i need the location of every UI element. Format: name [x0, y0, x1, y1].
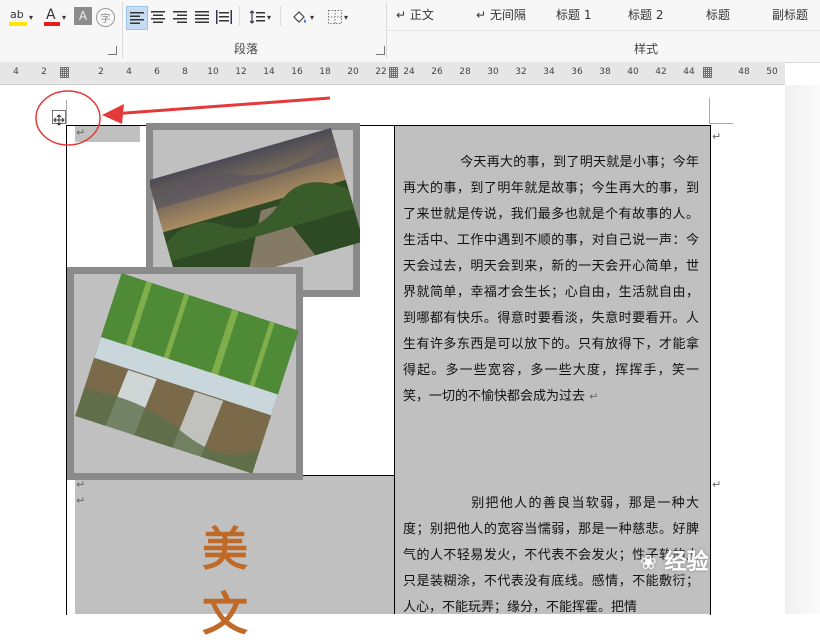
chevron-down-icon: ▾: [309, 12, 314, 22]
ruler-tick-label: 28: [459, 67, 471, 77]
ruler-tick-label: 20: [347, 67, 359, 77]
annotation-arrowhead: [102, 104, 124, 124]
ruler-tick-label: 22: [375, 67, 387, 77]
ruler-tick-label: 4: [126, 67, 132, 77]
paragraph-group: ▾ ▾ ▾ 段落: [122, 0, 386, 62]
cell-end-mark: ↵: [712, 130, 722, 143]
paint-bucket-icon: [293, 11, 306, 23]
ruler-tick-label: 16: [291, 67, 303, 77]
style-title[interactable]: 标题: [706, 6, 730, 23]
font-color-button[interactable]: A ▾: [40, 6, 70, 28]
separator: [280, 6, 281, 26]
shading-button[interactable]: ▾: [286, 6, 318, 28]
justify-icon: [195, 11, 209, 23]
ruler-tick-label: 36: [571, 67, 583, 77]
line-spacing-icon: [249, 10, 265, 24]
ruler-tick-label: 10: [207, 67, 219, 77]
ruler-tick-label: 6: [154, 67, 160, 77]
highlight-color-bar: [8, 22, 27, 26]
font-color-bar: [43, 22, 60, 26]
align-center-button[interactable]: [148, 6, 168, 28]
borders-icon: [327, 10, 342, 24]
font-group: ab ▾ A ▾ A 字: [0, 0, 122, 62]
paragraph-1-text: 今天再大的事，到了明天就是小事；今年再大的事，到了明年就是故事；今生再大的事，到…: [403, 155, 699, 404]
styles-gallery-divider: [386, 30, 820, 31]
paragraph-group-label: 段落: [234, 42, 259, 56]
ruler-tick-label: 30: [487, 67, 499, 77]
style-heading-2[interactable]: 标题 2: [628, 6, 663, 23]
distributed-button[interactable]: [214, 6, 234, 28]
ruler-tick-label: 2: [41, 67, 47, 77]
styles-group-label: 样式: [634, 42, 659, 56]
decorative-char-mei: 美: [202, 522, 248, 576]
chevron-down-icon: ▾: [28, 12, 33, 22]
borders-button[interactable]: ▾: [322, 6, 354, 28]
watermark: ❀ 经验: [640, 544, 708, 576]
paw-icon: ❀: [640, 550, 657, 574]
ruler-tick-label: 14: [263, 67, 275, 77]
ruler-tick-label: 42: [655, 67, 667, 77]
line-spacing-button[interactable]: ▾: [244, 6, 276, 28]
style-subtitle[interactable]: 副标题: [772, 6, 808, 23]
article-paragraph-2[interactable]: 别把他人的善良当软弱，那是一种大度；别把他人的宽容当懦弱，那是一种慈悲。好脾气的…: [403, 465, 699, 621]
align-center-icon: [151, 11, 165, 23]
ruler-column-marker[interactable]: [389, 67, 398, 78]
paragraph-mark: ↵: [76, 494, 86, 507]
ruler-tick-label: 8: [182, 67, 188, 77]
ruler-tick-label: 34: [543, 67, 555, 77]
chevron-down-icon: ▾: [61, 12, 66, 22]
photo-waterfall[interactable]: [70, 270, 302, 476]
style-normal[interactable]: ↵ 正文: [396, 6, 434, 23]
ruler-tick-label: 26: [431, 67, 443, 77]
ruler-tick-label: 32: [515, 67, 527, 77]
ruler-tick-label: 12: [235, 67, 247, 77]
decorative-char-wen: 文: [202, 587, 248, 641]
ruler-tick-label: 44: [683, 67, 695, 77]
chevron-down-icon: ▾: [266, 12, 271, 22]
align-right-button[interactable]: [170, 6, 190, 28]
ruler-tick-label: 50: [766, 67, 778, 77]
phonetic-icon: 字: [100, 14, 111, 25]
ruler-tick-label: 48: [738, 67, 750, 77]
ruler-tick-label: 4: [13, 67, 19, 77]
styles-group: ↵ 正文 ↵ 无间隔 标题 1 标题 2 标题 副标题 样式: [386, 0, 820, 62]
paragraph-dialog-launcher[interactable]: [376, 46, 385, 55]
ruler-tick-label: 24: [403, 67, 415, 77]
font-dialog-launcher[interactable]: [108, 46, 117, 55]
chevron-down-icon: ▾: [343, 12, 348, 22]
horizontal-ruler[interactable]: 4 2 2 4 6 8 10 12 14 16 18 20 22 24 26 28 30 32 34 36 38 40 42…: [0, 62, 785, 85]
cell-end-mark: ↵: [712, 478, 722, 491]
char-shading-button[interactable]: A: [74, 7, 92, 25]
ruler-tick-label: 18: [319, 67, 331, 77]
ruler-column-marker[interactable]: [703, 67, 712, 78]
highlight-button[interactable]: ab ▾: [4, 6, 38, 28]
separator: [239, 6, 240, 26]
ruler-tick-label: 2: [98, 67, 104, 77]
page-edge: [785, 85, 820, 614]
ruler-column-marker[interactable]: [60, 67, 69, 78]
style-heading-1[interactable]: 标题 1: [556, 6, 591, 23]
margin-mark-top-right: [709, 98, 710, 124]
watermark-text: 经验: [664, 550, 709, 575]
ribbon: ab ▾ A ▾ A 字 ▾ ▾ ▾ 段落 ↵ 正文 ↵ 无间隔 标题 1 标题…: [0, 0, 820, 63]
ruler-tick-label: 40: [627, 67, 639, 77]
align-left-button[interactable]: [126, 6, 148, 30]
article-paragraph-1[interactable]: 今天再大的事，到了明天就是小事；今年再大的事，到了明年就是故事；今生再大的事，到…: [403, 124, 699, 410]
margin-mark-top-right-h: [709, 123, 733, 124]
annotation-arrow-shaft: [111, 96, 331, 116]
char-shading-icon: A: [78, 9, 88, 23]
ruler-tick-label: 38: [599, 67, 611, 77]
highlight-icon: ab: [9, 8, 24, 21]
font-color-icon: A: [45, 7, 56, 23]
style-no-spacing[interactable]: ↵ 无间隔: [476, 6, 526, 23]
annotation-circle: [35, 90, 101, 146]
photo-forest-path[interactable]: [150, 126, 360, 290]
phonetic-guide-button[interactable]: 字: [96, 8, 115, 27]
align-left-icon: [130, 12, 144, 24]
distributed-icon: [216, 10, 232, 24]
paragraph-mark: ↵: [589, 390, 599, 403]
justify-button[interactable]: [192, 6, 212, 28]
align-right-icon: [173, 11, 187, 23]
